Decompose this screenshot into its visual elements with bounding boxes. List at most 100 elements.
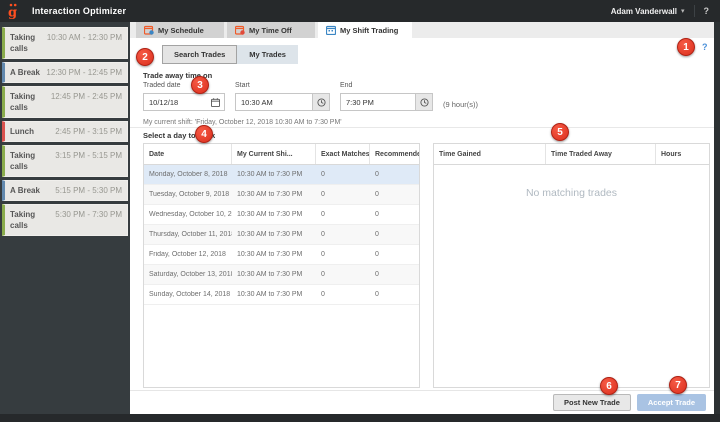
empty-state-message: No matching trades	[434, 165, 709, 199]
activity-time: 2:45 PM - 3:15 PM	[55, 126, 122, 137]
footer-actions: Post New Trade Accept Trade	[130, 390, 714, 414]
schedule-item[interactable]: A Break 12:30 PM - 12:45 PM	[2, 62, 128, 83]
start-time-input[interactable]	[236, 94, 312, 110]
schedule-item[interactable]: Taking calls 3:15 PM - 5:15 PM	[2, 145, 128, 177]
subtab-search-trades[interactable]: Search Trades	[162, 45, 237, 64]
calendar-trade-icon	[326, 25, 336, 35]
end-time-input[interactable]	[341, 94, 415, 110]
tab-strip: My Schedule My Time Off My Shift Trading	[130, 22, 714, 38]
activity-time: 3:15 PM - 5:15 PM	[55, 150, 122, 161]
schedule-item[interactable]: A Break 5:15 PM - 5:30 PM	[2, 180, 128, 201]
cell-exact: 0	[316, 251, 370, 258]
clock-icon[interactable]	[312, 94, 329, 110]
activity-time: 12:30 PM - 12:45 PM	[46, 67, 122, 78]
accept-trade-button[interactable]: Accept Trade	[637, 394, 706, 411]
day-table-header: Date My Current Shi... Exact Matches Rec…	[144, 144, 419, 165]
schedule-sidebar: Taking calls 10:30 AM - 12:30 PM A Break…	[0, 22, 130, 414]
matches-table-header: Time Gained Time Traded Away Hours	[434, 144, 709, 165]
cell-exact: 0	[316, 211, 370, 218]
tab-label: My Time Off	[249, 26, 292, 35]
schedule-item[interactable]: Taking calls 5:30 PM - 7:30 PM	[2, 204, 128, 236]
schedule-item[interactable]: Lunch 2:45 PM - 3:15 PM	[2, 121, 128, 142]
cell-date: Wednesday, October 10, 2018	[144, 211, 232, 218]
calendar-timeoff-icon	[235, 25, 245, 35]
cell-exact: 0	[316, 271, 370, 278]
table-row[interactable]: Thursday, October 11, 2018 10:30 AM to 7…	[144, 225, 419, 245]
subtab-my-trades[interactable]: My Trades	[237, 45, 298, 64]
cell-date: Saturday, October 13, 2018	[144, 271, 232, 278]
cell-recommended: 0	[370, 271, 419, 278]
chevron-down-icon: ▾	[681, 7, 685, 15]
traded-date-label: Traded date	[143, 82, 225, 89]
activity-label: A Break	[10, 67, 42, 78]
end-time-label: End	[340, 82, 433, 89]
help-button[interactable]: ?	[704, 6, 710, 16]
schedule-item[interactable]: Taking calls 12:45 PM - 2:45 PM	[2, 86, 128, 118]
activity-time: 5:15 PM - 5:30 PM	[55, 185, 122, 196]
cell-date: Monday, October 8, 2018	[144, 171, 232, 178]
svg-text:g: g	[8, 5, 17, 20]
table-row[interactable]: Friday, October 12, 2018 10:30 AM to 7:3…	[144, 245, 419, 265]
cell-date: Tuesday, October 9, 2018	[144, 191, 232, 198]
user-name: Adam Vanderwall	[611, 7, 677, 16]
window-bottom-bar	[0, 414, 720, 422]
cell-shift: 10:30 AM to 7:30 PM	[232, 291, 316, 298]
clock-icon[interactable]	[415, 94, 432, 110]
calendar-clock-icon	[144, 25, 154, 35]
activity-time: 5:30 PM - 7:30 PM	[55, 209, 122, 220]
column-header-time-gained[interactable]: Time Gained	[434, 144, 546, 164]
divider	[694, 5, 695, 17]
table-row[interactable]: Monday, October 8, 2018 10:30 AM to 7:30…	[144, 165, 419, 185]
table-row[interactable]: Sunday, October 14, 2018 10:30 AM to 7:3…	[144, 285, 419, 305]
cell-recommended: 0	[370, 211, 419, 218]
callout-badge-5: 5	[551, 123, 569, 141]
callout-badge-7: 7	[669, 376, 687, 394]
column-header-hours[interactable]: Hours	[656, 144, 709, 164]
callout-badge-6: 6	[600, 377, 618, 395]
user-menu[interactable]: Adam Vanderwall ▾	[611, 7, 685, 16]
activity-time: 12:45 PM - 2:45 PM	[51, 91, 122, 102]
activity-label: Taking calls	[10, 91, 47, 113]
cell-date: Friday, October 12, 2018	[144, 251, 232, 258]
cell-exact: 0	[316, 191, 370, 198]
cell-exact: 0	[316, 231, 370, 238]
tab-label: My Schedule	[158, 26, 204, 35]
tab-my-shift-trading[interactable]: My Shift Trading	[318, 22, 412, 38]
cell-recommended: 0	[370, 231, 419, 238]
tab-my-time-off[interactable]: My Time Off	[227, 22, 315, 38]
tab-my-schedule[interactable]: My Schedule	[136, 22, 224, 38]
cell-date: Thursday, October 11, 2018	[144, 231, 232, 238]
calendar-picker-icon[interactable]	[207, 94, 224, 110]
column-header-exact-matches[interactable]: Exact Matches	[316, 144, 370, 164]
activity-label: Lunch	[10, 126, 51, 137]
activity-label: Taking calls	[10, 209, 51, 231]
page-help-button[interactable]: ?	[702, 42, 708, 52]
column-header-current-shift[interactable]: My Current Shi...	[232, 144, 316, 164]
callout-badge-2: 2	[136, 48, 154, 66]
table-row[interactable]: Tuesday, October 9, 2018 10:30 AM to 7:3…	[144, 185, 419, 205]
cell-shift: 10:30 AM to 7:30 PM	[232, 171, 316, 178]
matches-table: Time Gained Time Traded Away Hours No ma…	[433, 143, 710, 388]
cell-recommended: 0	[370, 191, 419, 198]
post-new-trade-button[interactable]: Post New Trade	[553, 394, 631, 411]
traded-date-input[interactable]	[144, 94, 207, 110]
schedule-item[interactable]: Taking calls 10:30 AM - 12:30 PM	[2, 27, 128, 59]
activity-label: Taking calls	[10, 32, 43, 54]
duration-note: (9 hour(s))	[443, 100, 478, 109]
column-header-recommended[interactable]: Recommended ...	[370, 144, 419, 164]
subtab-strip: Search Trades My Trades	[162, 45, 298, 64]
top-bar: g Interaction Optimizer Adam Vanderwall …	[0, 0, 720, 22]
current-shift-text: My current shift: 'Friday, October 12, 2…	[143, 119, 342, 126]
divider	[130, 127, 714, 128]
column-header-time-traded-away[interactable]: Time Traded Away	[546, 144, 656, 164]
table-row[interactable]: Wednesday, October 10, 2018 10:30 AM to …	[144, 205, 419, 225]
cell-recommended: 0	[370, 171, 419, 178]
activity-time: 10:30 AM - 12:30 PM	[47, 32, 122, 43]
cell-recommended: 0	[370, 251, 419, 258]
tab-label: My Shift Trading	[340, 26, 398, 35]
cell-shift: 10:30 AM to 7:30 PM	[232, 231, 316, 238]
main-content: My Schedule My Time Off My Shift Trading…	[130, 22, 714, 414]
start-time-field-group: Start	[235, 82, 330, 111]
table-row[interactable]: Saturday, October 13, 2018 10:30 AM to 7…	[144, 265, 419, 285]
column-header-date[interactable]: Date	[144, 144, 232, 164]
